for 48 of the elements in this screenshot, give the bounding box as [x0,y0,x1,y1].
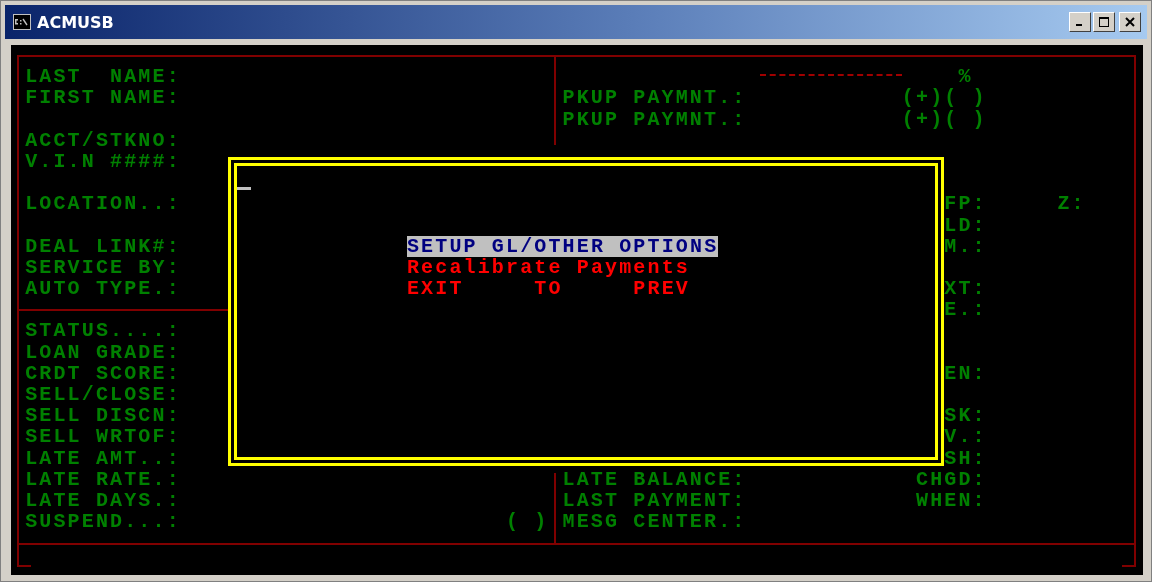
menu-item[interactable]: EXIT TO PREV [406,278,690,300]
field-label: LOCATION..: [25,193,181,215]
menu-item[interactable]: SETUP GL/OTHER OPTIONS [406,235,719,257]
field-label: SERVICE BY: [25,256,181,279]
field-label: PKUP PAYMNT.: [562,87,747,109]
minimize-icon [1075,24,1082,26]
field-label: LOAN GRADE: [25,341,181,363]
field-label: LATE BALANCE: [562,468,747,490]
field-label: FP: [944,193,987,215]
maximize-button[interactable] [1093,12,1115,32]
field-label: SELL DISCN: [25,405,181,427]
text-cursor [237,187,252,191]
field-label: SELL/CLOSE: [25,384,181,406]
field-label: XT: [944,278,987,300]
field-label: CRDT SCORE: [25,362,181,384]
field-label: LAST NAME: [25,66,181,88]
field-label: M.: [944,235,987,257]
field-label: LD: [944,214,987,236]
field-label: E.: [944,299,987,321]
console-icon [13,14,31,30]
field-label: SK: [944,405,987,427]
maximize-icon [1099,17,1109,27]
field-label: ACCT/STKNO: [25,129,181,151]
field-label: SUSPEND...: [25,511,181,533]
percent-sign: % [958,66,973,88]
field-label: EN: [944,362,987,384]
field-label: MESG CENTER.: [562,511,747,533]
close-button[interactable] [1119,12,1141,32]
field-label: PKUP PAYMNT.: [562,108,747,130]
field-label: LATE AMT..: [25,447,181,469]
field-label: SH: [944,447,987,469]
field-label: V.I.N ####: [25,150,181,173]
close-icon [1125,17,1135,27]
field-label: WHEN: [916,489,987,512]
menu-item[interactable]: Recalibrate Payments [406,256,690,279]
field-label: AUTO TYPE.: [25,278,181,300]
field-label: LATE DAYS.: [25,489,181,512]
field-label: V.: [944,426,987,448]
field-label: LAST PAYMENT: [562,489,747,512]
field-label: DEAL LINK#: [25,235,181,257]
field-label: Z: [1057,193,1086,215]
field-label: CHGD: [916,468,987,490]
field-label: STATUS....: [25,320,181,342]
minimize-button[interactable] [1069,12,1091,32]
field-label: SELL WRTOF: [25,426,181,448]
window-title: ACMUSB [37,12,114,32]
field-label: FIRST NAME: [25,87,181,109]
field-label: LATE RATE.: [25,468,181,490]
